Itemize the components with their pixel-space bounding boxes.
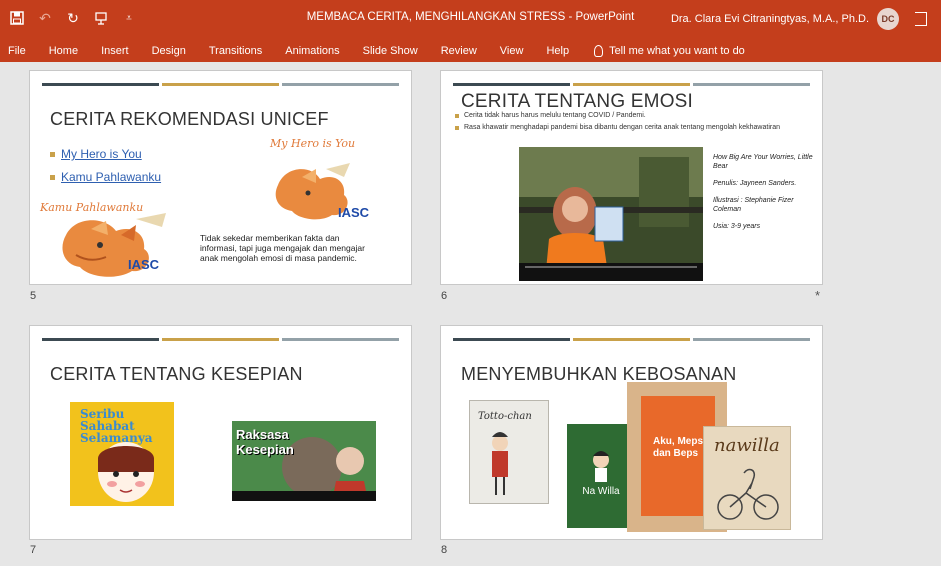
header-bars [42,83,399,86]
bullet-item: Rasa khawatir menghadapi pandemi bisa di… [455,123,800,133]
tab-animations[interactable]: Animations [285,45,339,57]
animation-star-icon: * [815,288,821,303]
list-item: My Hero is You [50,147,161,161]
tell-me-label: Tell me what you want to do [609,45,745,57]
link-kamu-pahlawanku[interactable]: Kamu Pahlawanku [61,170,161,184]
ribbon-display-options-icon[interactable] [915,12,927,26]
slide-number-7: 7 [30,544,37,556]
book-title: Na Willa [582,486,620,497]
video-thumbnail-raksasa[interactable]: Raksasa Kesepian [232,421,376,501]
link-list: My Hero is You Kamu Pahlawanku [50,147,161,193]
book-info: How Big Are Your Worries, Little Bear Pe… [713,153,813,239]
book-title: Aku, Meps, dan Beps [653,436,706,459]
slide-title: CERITA TENTANG KESEPIAN [50,364,303,384]
book-illustrator-text: Illustrasi : Stephanie Fizer Coleman [713,197,794,213]
user-area: Dra. Clara Evi Citraningtyas, M.A., Ph.D… [671,8,927,30]
slide-thumbnail-6[interactable]: CERITA TENTANG EMOSI Cerita tidak harus … [440,70,823,285]
list-item: Kamu Pahlawanku [50,170,161,184]
book-cover-na-willa: Na Willa [567,424,635,528]
tab-insert[interactable]: Insert [101,45,129,57]
book-title: Totto-chan [478,411,532,422]
slide-number-5: 5 [30,290,37,302]
tab-view[interactable]: View [500,45,524,57]
link-my-hero[interactable]: My Hero is You [61,147,142,161]
slide-sorter: CERITA REKOMENDASI UNICEF My Hero is You… [0,62,941,558]
iasc-logo: IASC [338,205,370,220]
slide-body-text: Tidak sekedar memberikan fakta dan infor… [200,233,365,263]
video-player[interactable] [519,147,703,281]
book-cover-seribu-sahabat: Seribu Sahabat Selamanya [70,402,174,506]
header-bars [453,338,810,341]
book-title: nawilla [714,435,780,456]
book-age-text: Usia: 3-9 years [713,223,761,230]
book-title: Kamu Pahlawanku [40,201,144,214]
ribbon-tabs: File Home Insert Design Transitions Anim… [0,40,941,62]
header-bars [453,83,810,86]
girl-illustration [593,451,609,482]
book-cover-my-hero: My Hero is You IASC [264,135,382,225]
slide-thumbnail-8[interactable]: MENYEMBUHKAN KEBOSANAN Totto-chan Na Wil… [440,325,823,540]
book-cover-nawilla: nawilla [703,426,791,530]
user-name: Dra. Clara Evi Citraningtyas, M.A., Ph.D… [670,13,869,25]
tell-me-search[interactable]: Tell me what you want to do [594,45,745,57]
tab-home[interactable]: Home [49,45,78,57]
avatar[interactable]: DC [877,8,899,30]
tab-slide-show[interactable]: Slide Show [363,45,418,57]
slide-title: CERITA TENTANG EMOSI [461,91,694,112]
slide-thumbnail-5[interactable]: CERITA REKOMENDASI UNICEF My Hero is You… [29,70,412,285]
bullet-item: Cerita tidak harus harus melulu tentang … [455,111,800,121]
video-frame [519,147,703,281]
iasc-logo: IASC [128,257,160,272]
tab-review[interactable]: Review [441,45,477,57]
slide-title: CERITA REKOMENDASI UNICEF [50,109,329,129]
lightbulb-icon [594,45,604,57]
book-title-text: How Big Are Your Worries, Little Bear [713,154,813,170]
book-cover-kamu-pahlawanku: Kamu Pahlawanku IASC [36,195,196,283]
book-title: My Hero is You [270,137,356,150]
title-bar: ↶ ↻ ⩡ MEMBACA CERITA, MENGHILANGKAN STRE… [0,0,941,40]
slide-thumbnail-7[interactable]: CERITA TENTANG KESEPIAN Seribu Sahabat S… [29,325,412,540]
book-title: Seribu Sahabat Selamanya [80,407,153,445]
video-title: Raksasa Kesepian [236,427,294,457]
tab-file[interactable]: File [8,45,26,57]
slide-number-6: 6 [441,290,448,302]
tab-transitions[interactable]: Transitions [209,45,262,57]
book-cover-totto-chan: Totto-chan [469,400,549,504]
tab-design[interactable]: Design [152,45,186,57]
book-author-text: Penulis: Jayneen Sanders. [713,180,797,187]
tab-help[interactable]: Help [546,45,569,57]
bullet-list: Cerita tidak harus harus melulu tentang … [455,111,800,135]
slide-number-8: 8 [441,544,448,556]
header-bars [42,338,399,341]
